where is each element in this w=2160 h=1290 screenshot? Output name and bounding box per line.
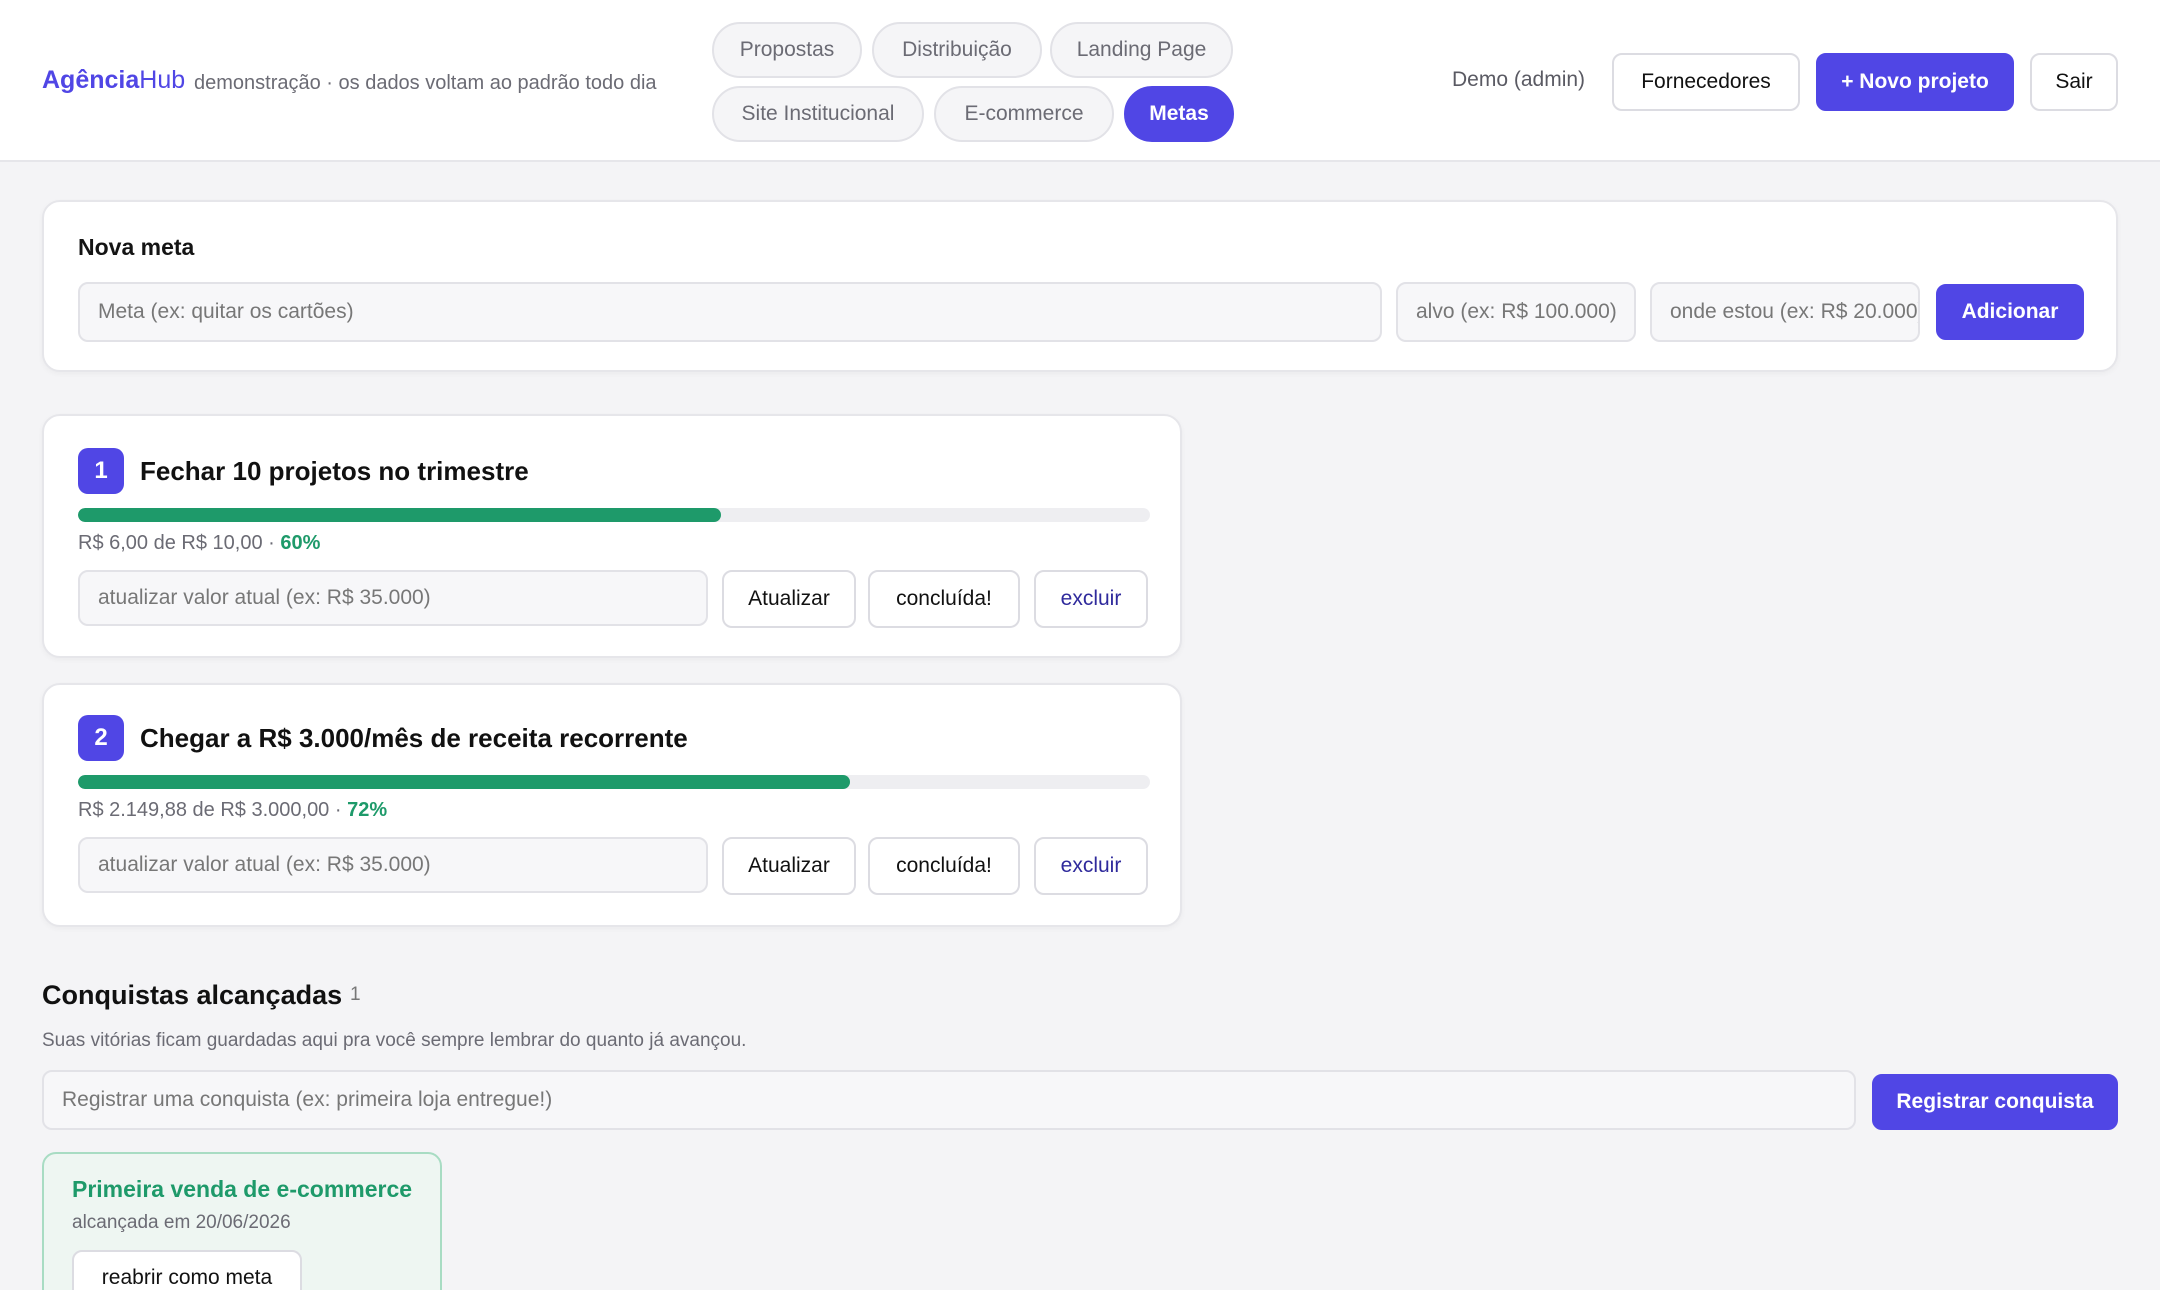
demo-notice: demonstração · os dados voltam ao padrão… (194, 72, 657, 94)
goal-complete-button[interactable]: concluída! (868, 837, 1020, 895)
tab-metas[interactable]: Metas (1124, 86, 1234, 142)
brand-logo[interactable]: AgênciaHub (42, 66, 185, 95)
tab-landing-page[interactable]: Landing Page (1050, 22, 1233, 78)
goal-progress-percent: 72% (347, 799, 388, 821)
top-header: AgênciaHub demonstração · os dados volta… (0, 0, 2160, 162)
logout-button[interactable]: Sair (2030, 53, 2118, 111)
achievement-date: alcançada em 20/06/2026 (72, 1212, 291, 1233)
achievements-count: 1 (350, 984, 361, 1005)
achievement-title: Primeira venda de e-commerce (72, 1176, 413, 1202)
achievements-title: Conquistas alcançadas (42, 980, 343, 1010)
new-goal-title: Nova meta (78, 234, 195, 260)
goal-progress-bar (78, 775, 1150, 789)
goal-current-input[interactable]: onde estou (ex: R$ 20.000) (1650, 282, 1920, 342)
goal-progress-fill (78, 775, 850, 789)
goal-progress-percent: 60% (280, 532, 321, 554)
tab-ecommerce[interactable]: E-commerce (934, 86, 1114, 142)
goal-delete-button[interactable]: excluir (1034, 570, 1148, 628)
goal-progress-fill (78, 508, 722, 522)
goal-card: 2 Chegar a R$ 3.000/mês de receita recor… (42, 683, 1182, 927)
brand-name: Agência (42, 66, 140, 94)
goal-number-badge: 2 (78, 715, 124, 761)
add-goal-button[interactable]: Adicionar (1936, 284, 2084, 340)
goal-number-badge: 1 (78, 448, 124, 494)
goal-progress-values: R$ 6,00 de R$ 10,00 · (78, 532, 281, 554)
goal-complete-button[interactable]: concluída! (868, 570, 1020, 628)
goal-delete-button[interactable]: excluir (1034, 837, 1148, 895)
tab-site-institucional[interactable]: Site Institucional (712, 86, 924, 142)
goal-title: Fechar 10 projetos no trimestre (140, 456, 529, 486)
brand-suffix: Hub (139, 66, 186, 94)
goal-title: Chegar a R$ 3.000/mês de receita recorre… (140, 723, 688, 753)
goal-progress-bar (78, 508, 1150, 522)
achievement-card: Primeira venda de e-commerce alcançada e… (42, 1152, 442, 1290)
new-goal-card: Nova meta Meta (ex: quitar os cartões) a… (42, 200, 2118, 372)
goal-update-button[interactable]: Atualizar (722, 837, 856, 895)
suppliers-button[interactable]: Fornecedores (1612, 53, 1800, 111)
register-achievement-button[interactable]: Registrar conquista (1872, 1074, 2118, 1130)
goal-progress-text: R$ 6,00 de R$ 10,00 · 60% (78, 532, 320, 555)
goal-progress-text: R$ 2.149,88 de R$ 3.000,00 · 72% (78, 799, 387, 822)
current-user: Demo (admin) (1452, 68, 1586, 91)
achievement-input[interactable]: Registrar uma conquista (ex: primeira lo… (42, 1070, 1856, 1130)
goal-update-button[interactable]: Atualizar (722, 570, 856, 628)
achievements-subtitle: Suas vitórias ficam guardadas aqui pra v… (42, 1030, 747, 1051)
tab-distribuicao[interactable]: Distribuição (872, 22, 1042, 78)
tab-propostas[interactable]: Propostas (712, 22, 862, 78)
goal-target-input[interactable]: alvo (ex: R$ 100.000) (1396, 282, 1636, 342)
goal-progress-values: R$ 2.149,88 de R$ 3.000,00 · (78, 799, 348, 821)
new-project-button[interactable]: + Novo projeto (1816, 53, 2014, 111)
goal-card: 1 Fechar 10 projetos no trimestre R$ 6,0… (42, 414, 1182, 658)
reopen-goal-button[interactable]: reabrir como meta (72, 1250, 302, 1290)
goal-update-input[interactable]: atualizar valor atual (ex: R$ 35.000) (78, 837, 708, 893)
goal-update-input[interactable]: atualizar valor atual (ex: R$ 35.000) (78, 570, 708, 626)
goal-name-input[interactable]: Meta (ex: quitar os cartões) (78, 282, 1382, 342)
